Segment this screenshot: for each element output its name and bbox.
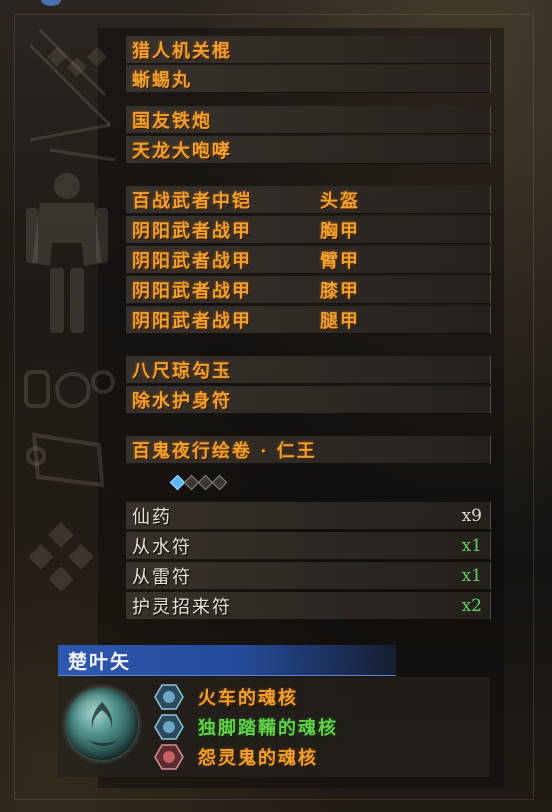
soul-core-name: 怨灵鬼的魂核 bbox=[198, 748, 318, 769]
equipment-screen: 猎人机关棍 蜥蜴丸 国友铁炮 天龙大咆哮 百战武者中铠 头盔 阴阳武者战甲 胸甲 阴… bbox=[0, 0, 552, 812]
accessory-name: 除水护身符 bbox=[132, 390, 232, 412]
guardian-spirit-name: 楚叶矢 bbox=[68, 650, 132, 673]
soul-core-name: 火车的魂核 bbox=[198, 688, 298, 709]
weapon-name: 猎人机关棍 bbox=[132, 40, 232, 62]
weapon-name: 蜥蜴丸 bbox=[132, 69, 192, 91]
soul-core-red-gem-icon bbox=[154, 744, 184, 770]
weapon-name: 国友铁炮 bbox=[132, 110, 212, 132]
soul-core-2[interactable]: 独脚踏鞴的魂核 bbox=[154, 713, 338, 741]
guardian-spirit-orb-icon bbox=[66, 688, 138, 760]
item-name: 仙药 bbox=[132, 506, 172, 528]
item-count: x1 bbox=[461, 535, 482, 556]
item-count: x2 bbox=[461, 595, 482, 616]
item-count: x9 bbox=[461, 505, 482, 526]
accessory-slot-1[interactable]: 八尺琼勾玉 bbox=[126, 356, 491, 384]
soul-core-3[interactable]: 怨灵鬼的魂核 bbox=[154, 743, 318, 771]
armor-slot-chest[interactable]: 阴阳武者战甲 胸甲 bbox=[126, 216, 491, 244]
armor-slot-label: 胸甲 bbox=[320, 220, 360, 242]
weapon-slot-ranged-1[interactable]: 国友铁炮 bbox=[126, 106, 491, 134]
top-indicator bbox=[41, 0, 61, 6]
scroll-pip bbox=[211, 474, 228, 491]
weapon-slot-melee-1[interactable]: 猎人机关棍 bbox=[126, 36, 491, 64]
armor-slot-label: 膝甲 bbox=[320, 280, 360, 302]
armor-slot-head[interactable]: 百战武者中铠 头盔 bbox=[126, 186, 491, 214]
item-count: x1 bbox=[461, 565, 482, 586]
scroll-pips bbox=[169, 474, 228, 491]
armor-name: 百战武者中铠 bbox=[132, 190, 252, 212]
scroll-slot[interactable]: 百鬼夜行绘卷 · 仁王 bbox=[126, 436, 491, 464]
quick-item-left[interactable]: 从水符 x1 bbox=[126, 532, 491, 560]
soul-core-blue-gem-icon bbox=[154, 684, 184, 710]
item-name: 护灵招来符 bbox=[132, 596, 232, 618]
guardian-spirit-banner[interactable]: 楚叶矢 bbox=[58, 645, 396, 676]
armor-name: 阴阳武者战甲 bbox=[132, 250, 252, 272]
soul-core-name: 独脚踏鞴的魂核 bbox=[198, 718, 338, 739]
armor-slot-label: 臂甲 bbox=[320, 250, 360, 272]
armor-slot-waist[interactable]: 阴阳武者战甲 膝甲 bbox=[126, 276, 491, 304]
armor-slot-legs[interactable]: 阴阳武者战甲 腿甲 bbox=[126, 306, 491, 334]
weapon-slot-ranged-2[interactable]: 天龙大咆哮 bbox=[126, 136, 491, 164]
accessory-slot-2[interactable]: 除水护身符 bbox=[126, 386, 491, 414]
armor-slot-label: 头盔 bbox=[320, 190, 360, 212]
soul-core-1[interactable]: 火车的魂核 bbox=[154, 683, 298, 711]
quick-item-down[interactable]: 护灵招来符 x2 bbox=[126, 592, 491, 620]
armor-name: 阴阳武者战甲 bbox=[132, 280, 252, 302]
quick-item-right[interactable]: 从雷符 x1 bbox=[126, 562, 491, 590]
armor-slot-label: 腿甲 bbox=[320, 310, 360, 332]
accessory-name: 八尺琼勾玉 bbox=[132, 360, 232, 382]
armor-name: 阴阳武者战甲 bbox=[132, 310, 252, 332]
armor-slot-arms[interactable]: 阴阳武者战甲 臂甲 bbox=[126, 246, 491, 274]
weapon-slot-melee-2[interactable]: 蜥蜴丸 bbox=[126, 65, 491, 93]
scroll-name: 百鬼夜行绘卷 · 仁王 bbox=[132, 440, 317, 462]
quick-item-up[interactable]: 仙药 x9 bbox=[126, 502, 491, 530]
armor-name: 阴阳武者战甲 bbox=[132, 220, 252, 242]
weapon-name: 天龙大咆哮 bbox=[132, 140, 232, 162]
item-name: 从水符 bbox=[132, 536, 192, 558]
soul-core-blue-gem-icon bbox=[154, 714, 184, 740]
quick-item-dpad-icon bbox=[28, 522, 94, 592]
item-name: 从雷符 bbox=[132, 566, 192, 588]
